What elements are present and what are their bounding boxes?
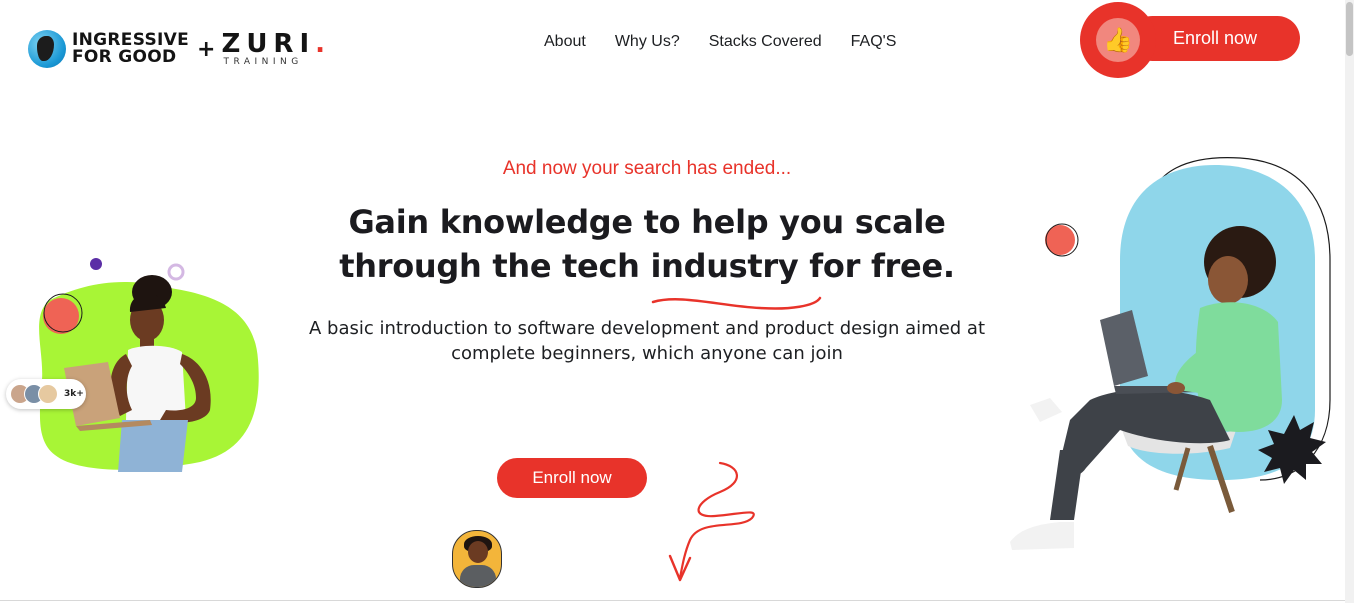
student-avatar-3 [38, 384, 58, 404]
nav-stacks-covered[interactable]: Stacks Covered [709, 33, 822, 51]
student-avatar [452, 530, 502, 588]
logo-plus: + [197, 36, 216, 62]
logo-ingressive: INGRESSIVE FOR GOOD [72, 30, 190, 67]
students-count: 3k+ [64, 389, 84, 399]
nav-about[interactable]: About [544, 33, 586, 51]
globe-icon [28, 30, 66, 68]
brand-logo[interactable]: INGRESSIVE FOR GOOD + ZURI. TRAINING [28, 30, 325, 68]
hero-enroll-button[interactable]: Enroll now [497, 458, 647, 498]
header-enroll-button[interactable]: Enroll now 👍 [1080, 2, 1300, 78]
student-woman-illustration [39, 258, 259, 472]
nav-faqs[interactable]: FAQ'S [851, 33, 897, 51]
nav-why-us[interactable]: Why Us? [615, 33, 680, 51]
underline-squiggle [651, 296, 822, 310]
vertical-scrollbar[interactable] [1345, 0, 1354, 603]
scrollbar-thumb[interactable] [1346, 2, 1353, 56]
curly-arrow-icon [668, 461, 755, 582]
thumbs-up-icon: 👍 [1096, 18, 1140, 62]
students-count-badge: 3k+ [6, 379, 86, 409]
student-man-illustration [1010, 157, 1331, 550]
logo-zuri: ZURI. TRAINING [221, 28, 326, 67]
main-nav: About Why Us? Stacks Covered FAQ'S [544, 33, 896, 51]
